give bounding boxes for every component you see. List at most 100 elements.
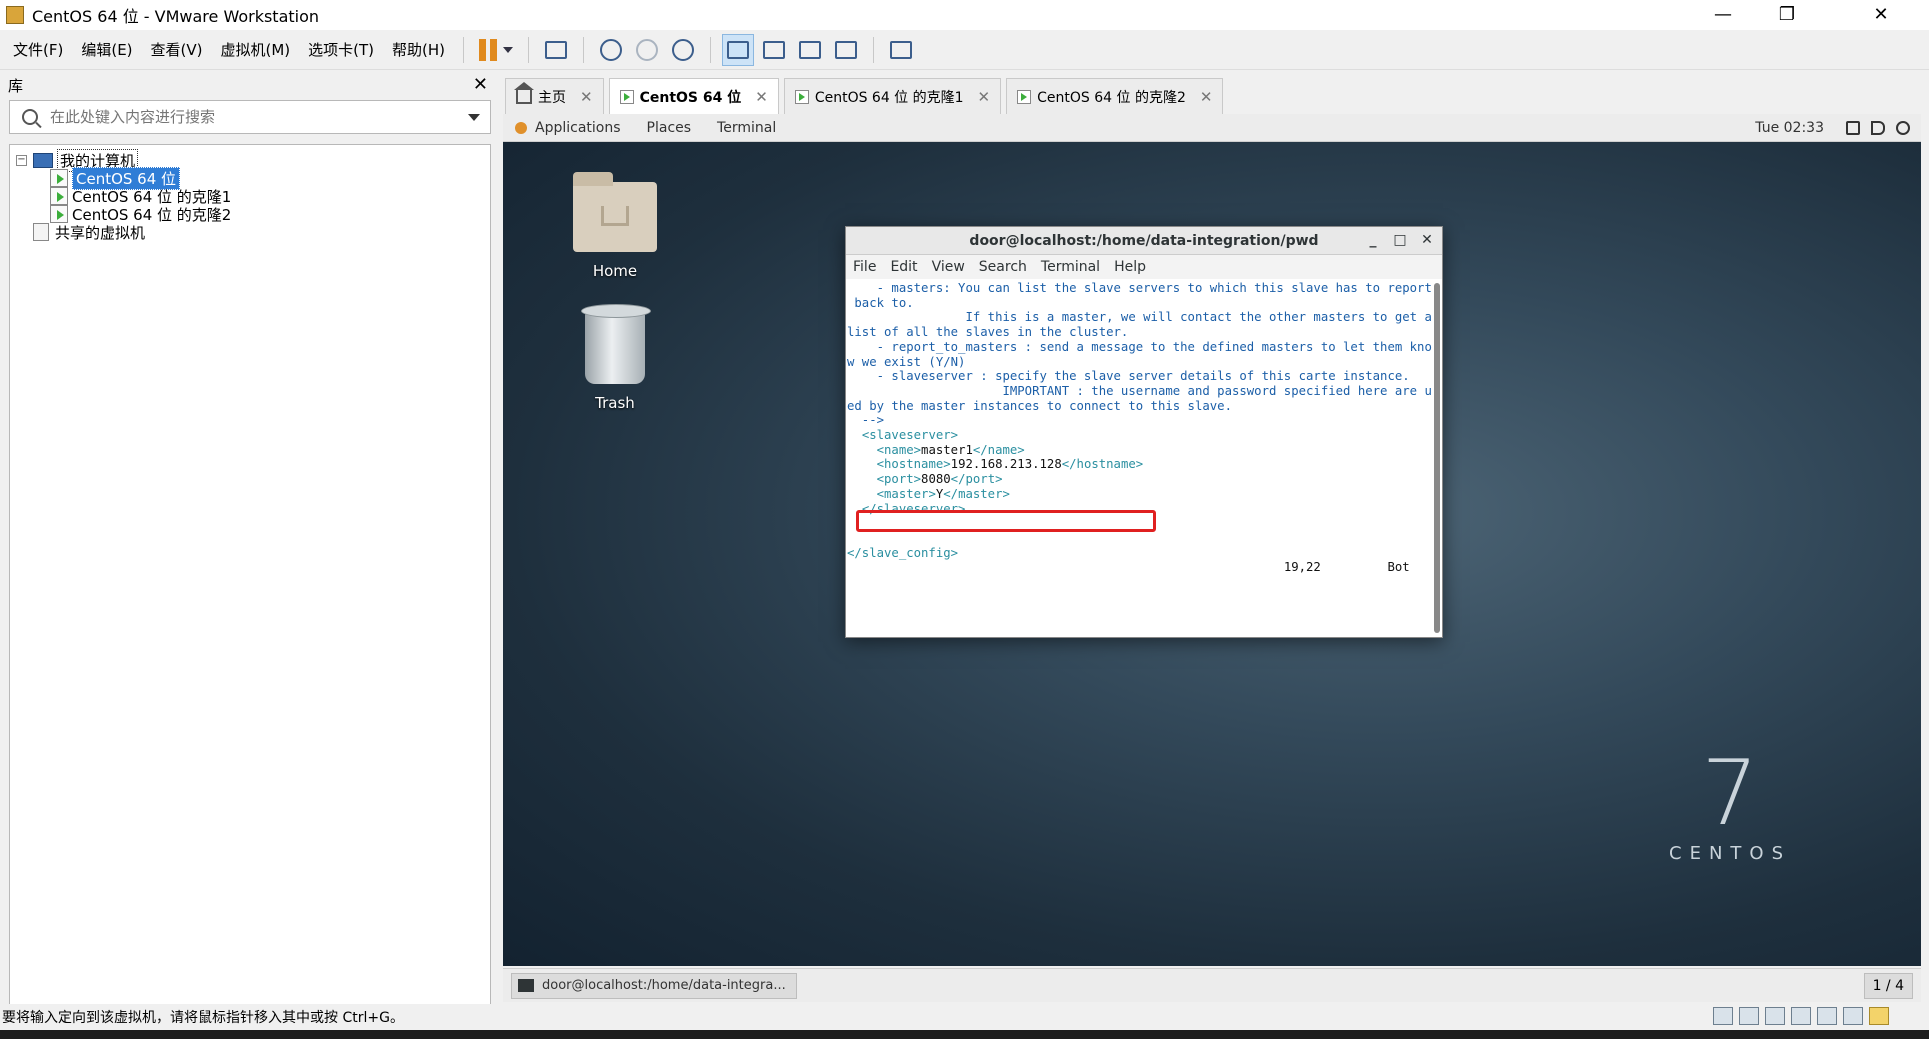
terminal-menu-edit[interactable]: Edit: [883, 259, 924, 275]
tab-home[interactable]: 主页 ✕: [505, 78, 604, 114]
menu-vm[interactable]: 虚拟机(M): [212, 39, 300, 60]
minimize-button[interactable]: —: [1694, 0, 1752, 30]
hard-disk-icon[interactable]: [1713, 1007, 1733, 1025]
fullscreen-button[interactable]: [794, 34, 826, 66]
cd-dvd-icon[interactable]: [1739, 1007, 1759, 1025]
tab-centos[interactable]: CentOS 64 位 ✕: [608, 78, 779, 114]
toolbar-separator: [583, 36, 585, 63]
close-icon[interactable]: ✕: [755, 88, 768, 106]
library-title: 库: [8, 76, 24, 95]
status-text: 要将输入定向到该虚拟机，请将鼠标指针移入其中或按 Ctrl+G。: [2, 1010, 404, 1026]
xml-tag: <hostname>: [876, 457, 951, 472]
workspace-indicator[interactable]: 1 / 4: [1863, 973, 1913, 999]
console-view-icon: [890, 40, 913, 59]
gnome-places-menu[interactable]: Places: [634, 120, 705, 136]
library-panel: 库 ✕ − 我的计算机 CentOS 64 位 CentOS 64 位 的克隆1: [0, 72, 500, 1039]
restore-button[interactable]: ❐: [1758, 0, 1816, 30]
suspend-button[interactable]: [475, 34, 517, 66]
xml-tag: <port>: [876, 472, 922, 487]
terminal-menu-view[interactable]: View: [925, 259, 972, 275]
show-library-button[interactable]: [722, 33, 755, 66]
snapshot-manager-icon: [672, 38, 695, 61]
power-icon[interactable]: [1896, 121, 1910, 135]
terminal-title-bar[interactable]: door@localhost:/home/data-integration/pw…: [846, 227, 1442, 255]
library-header: 库 ✕: [0, 72, 500, 98]
xml-line: <master>Y</master>: [847, 487, 1432, 502]
vmware-window: CentOS 64 位 - VMware Workstation — ❐ ✕ 文…: [0, 0, 1929, 1039]
terminal-window[interactable]: door@localhost:/home/data-integration/pw…: [845, 226, 1443, 638]
printer-icon[interactable]: [1791, 1007, 1811, 1025]
snapshot-manager-button[interactable]: [667, 34, 699, 66]
taskbar-terminal-item[interactable]: door@localhost:/home/data-integra...: [511, 972, 797, 999]
thumbnail-bar-button[interactable]: [758, 34, 790, 66]
terminal-menu-file[interactable]: File: [846, 259, 883, 275]
desktop-trash-icon[interactable]: Trash: [555, 304, 675, 412]
terminal-maximize-button[interactable]: □: [1387, 227, 1413, 255]
revert-snapshot-button[interactable]: [631, 34, 663, 66]
network-adapter-icon[interactable]: [1765, 1007, 1785, 1025]
terminal-menu-search[interactable]: Search: [972, 259, 1034, 275]
message-icon[interactable]: [1869, 1007, 1889, 1025]
usb-icon[interactable]: [1843, 1007, 1863, 1025]
snapshot-button[interactable]: [595, 34, 627, 66]
tree-item-shared-vms[interactable]: 共享的虚拟机: [33, 221, 145, 243]
vm-screen[interactable]: Applications Places Terminal Tue 02:33 H…: [503, 114, 1921, 966]
terminal-title: door@localhost:/home/data-integration/pw…: [969, 233, 1319, 249]
gnome-clock[interactable]: Tue 02:33: [1755, 120, 1824, 136]
close-icon[interactable]: ✕: [580, 88, 593, 106]
collapse-icon[interactable]: −: [16, 154, 27, 166]
menu-help[interactable]: 帮助(H): [383, 39, 454, 60]
xml-tag: </slave_config>: [847, 545, 959, 560]
terminal-content[interactable]: - masters: You can list the slave server…: [846, 281, 1432, 637]
vm-icon: [794, 89, 809, 104]
tab-centos-clone2[interactable]: CentOS 64 位 的克隆2 ✕: [1006, 78, 1224, 114]
trash-icon: [581, 304, 651, 384]
gnome-window-list: door@localhost:/home/data-integra... 1 /…: [503, 968, 1921, 1002]
pause-icon: [479, 38, 498, 61]
terminal-minimize-button[interactable]: _: [1360, 227, 1386, 255]
desktop: Home Trash 7 CENTOS door@localhost:/home…: [503, 142, 1921, 966]
send-ctrl-alt-del-button[interactable]: [540, 34, 572, 66]
menu-edit[interactable]: 编辑(E): [72, 39, 141, 60]
thumbnail-icon: [763, 40, 786, 59]
volume-icon[interactable]: [1871, 121, 1885, 135]
host-taskbar-strip: [0, 1030, 1929, 1039]
window-title: CentOS 64 位 - VMware Workstation: [32, 7, 320, 26]
gnome-applications-menu[interactable]: Applications: [535, 120, 634, 136]
tab-label: CentOS 64 位: [639, 89, 742, 106]
terminal-line: -->: [847, 413, 885, 428]
menu-file[interactable]: 文件(F): [4, 39, 72, 60]
xml-line: <port>8080</port>: [847, 472, 1432, 487]
xml-line: <slaveserver>: [847, 428, 1432, 443]
console-view-button[interactable]: [885, 34, 917, 66]
terminal-scrollbar[interactable]: [1434, 283, 1440, 633]
toolbar-separator: [528, 36, 530, 63]
centos-logo-word: CENTOS: [1669, 843, 1791, 864]
tab-centos-clone1[interactable]: CentOS 64 位 的克隆1 ✕: [783, 78, 1002, 114]
library-icon: [727, 40, 750, 59]
applications-icon: [515, 121, 527, 134]
vm-tabs: 主页 ✕ CentOS 64 位 ✕ CentOS 64 位 的克隆1 ✕ Ce…: [505, 78, 1228, 114]
terminal-close-button[interactable]: ✕: [1414, 227, 1440, 255]
terminal-menu-terminal[interactable]: Terminal: [1034, 259, 1107, 275]
network-icon: [545, 40, 568, 59]
xml-line: </slave_config>: [847, 546, 1432, 561]
close-icon[interactable]: ✕: [1200, 88, 1213, 106]
menu-view[interactable]: 查看(V): [142, 39, 212, 60]
network-icon[interactable]: [1846, 121, 1860, 135]
gnome-terminal-menu[interactable]: Terminal: [704, 120, 789, 136]
chevron-down-icon[interactable]: [468, 113, 480, 121]
close-button[interactable]: ✕: [1852, 0, 1910, 30]
menu-tabs[interactable]: 选项卡(T): [299, 39, 383, 60]
desktop-home-icon[interactable]: Home: [555, 172, 675, 280]
close-icon[interactable]: ✕: [978, 88, 991, 106]
toolbar-separator: [710, 36, 712, 63]
terminal-menu-help[interactable]: Help: [1107, 259, 1153, 275]
library-close-icon[interactable]: ✕: [473, 74, 488, 95]
unity-button[interactable]: [830, 34, 862, 66]
xml-tag: </name>: [972, 442, 1025, 457]
desktop-icon-label: Trash: [595, 394, 635, 412]
tab-label: 主页: [538, 89, 566, 106]
sound-card-icon[interactable]: [1817, 1007, 1837, 1025]
library-search-input[interactable]: [50, 108, 468, 126]
